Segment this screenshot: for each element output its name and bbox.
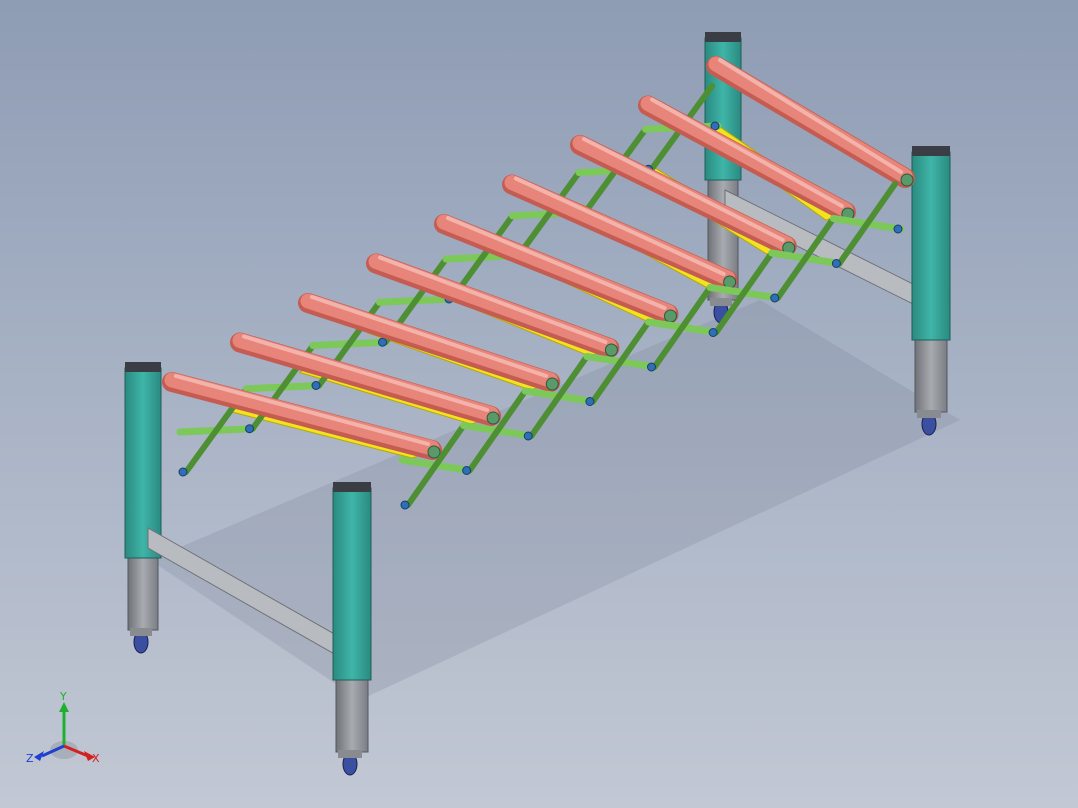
front-right-leg-upper-tube (332, 487, 372, 681)
cad-viewport[interactable]: Y X Z (0, 0, 1078, 808)
roller-end-cap-4 (604, 343, 618, 357)
back-right-leg-lower-tube (914, 329, 948, 413)
right-scissor-bolt-3 (523, 431, 533, 441)
front-left-leg-cap (125, 362, 161, 372)
roller-end-cap-1 (427, 445, 441, 459)
roller-end-cap-6 (723, 275, 737, 289)
front-right-leg-caster-mount (338, 750, 362, 758)
right-scissor-bolt-4 (585, 397, 595, 406)
left-scissor-bolt-3 (311, 381, 321, 390)
right-scissor-bolt-8 (831, 259, 841, 268)
back-right-leg-caster-mount (917, 410, 941, 418)
y-axis-arrow (59, 702, 69, 712)
right-scissor-bolt-6 (708, 328, 718, 337)
y-axis-label: Y (59, 690, 67, 703)
back-right-leg-cap (912, 146, 950, 156)
back-right-leg-upper-tube (911, 151, 951, 341)
z-axis-label: Z (26, 752, 34, 765)
right-scissor-bolt-2 (462, 466, 472, 475)
roller-end-cap-2 (486, 411, 500, 425)
front-right-leg-lower-tube (335, 669, 369, 753)
x-axis-label: X (92, 752, 100, 765)
roller-end-cap-3 (545, 377, 559, 391)
right-scissor-bolt-9 (893, 224, 903, 234)
front-left-leg-lower-tube (127, 547, 159, 631)
roller-end-cap-5 (664, 309, 677, 323)
back-left-leg-cap (705, 32, 741, 42)
front-right-leg-cap (333, 482, 371, 492)
left-scissor-bolt-4 (378, 337, 387, 347)
roller-end-cap-9 (900, 173, 914, 187)
back-left-leg-caster-mount (710, 298, 732, 306)
right-scissor-bolt-7 (770, 293, 780, 303)
left-scissor-bolt-2 (245, 424, 254, 434)
conveyor-model[interactable] (0, 0, 1078, 808)
front-left-leg-caster-mount (130, 628, 152, 636)
axis-triad: Y X Z (26, 690, 100, 765)
right-scissor-bolt-5 (647, 362, 656, 372)
front-left-leg-upper-tube (124, 367, 162, 559)
right-scissor-bolt-1 (400, 500, 410, 510)
left-scissor-bolt-1 (178, 467, 188, 477)
